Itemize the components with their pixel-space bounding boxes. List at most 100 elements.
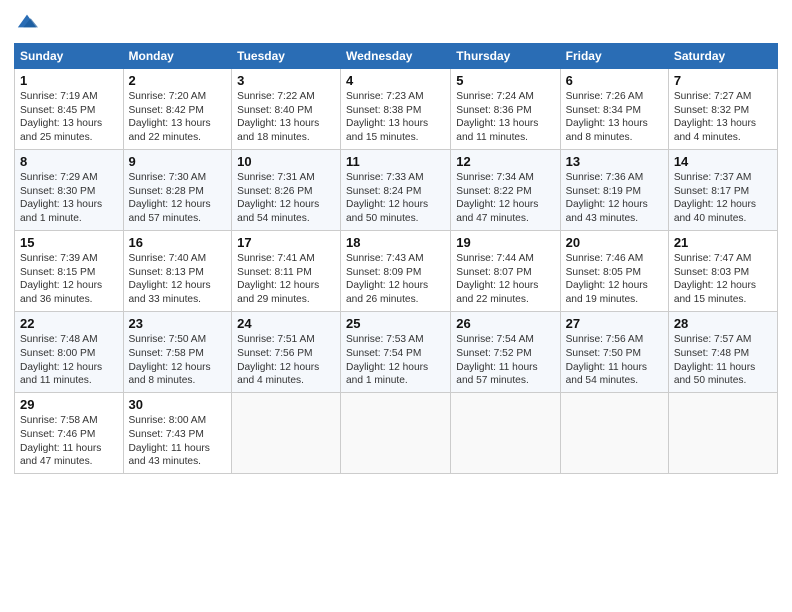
table-row: 17 Sunrise: 7:41 AM Sunset: 8:11 PM Dayli… xyxy=(232,230,341,311)
logo xyxy=(14,10,38,37)
day-number: 8 xyxy=(20,154,118,169)
day-number: 23 xyxy=(129,316,227,331)
day-detail: Sunrise: 7:30 AM Sunset: 8:28 PM Dayligh… xyxy=(129,171,227,226)
day-number: 9 xyxy=(129,154,227,169)
table-row: 25 Sunrise: 7:53 AM Sunset: 7:54 PM Dayli… xyxy=(341,311,451,392)
day-number: 26 xyxy=(456,316,554,331)
table-row: 3 Sunrise: 7:22 AM Sunset: 8:40 PM Daylig… xyxy=(232,68,341,149)
weekday-header-wednesday: Wednesday xyxy=(341,43,451,68)
weekday-header-tuesday: Tuesday xyxy=(232,43,341,68)
table-row: 9 Sunrise: 7:30 AM Sunset: 8:28 PM Daylig… xyxy=(123,149,232,230)
day-detail: Sunrise: 7:24 AM Sunset: 8:36 PM Dayligh… xyxy=(456,90,554,145)
day-detail: Sunrise: 7:53 AM Sunset: 7:54 PM Dayligh… xyxy=(346,333,445,388)
day-detail: Sunrise: 7:34 AM Sunset: 8:22 PM Dayligh… xyxy=(456,171,554,226)
table-row: 12 Sunrise: 7:34 AM Sunset: 8:22 PM Dayli… xyxy=(451,149,560,230)
table-row: 13 Sunrise: 7:36 AM Sunset: 8:19 PM Dayli… xyxy=(560,149,668,230)
day-detail: Sunrise: 7:33 AM Sunset: 8:24 PM Dayligh… xyxy=(346,171,445,226)
day-number: 4 xyxy=(346,73,445,88)
table-row xyxy=(560,393,668,474)
day-detail: Sunrise: 7:56 AM Sunset: 7:50 PM Dayligh… xyxy=(566,333,663,388)
day-number: 10 xyxy=(237,154,335,169)
day-detail: Sunrise: 7:29 AM Sunset: 8:30 PM Dayligh… xyxy=(20,171,118,226)
weekday-header-sunday: Sunday xyxy=(15,43,124,68)
table-row: 10 Sunrise: 7:31 AM Sunset: 8:26 PM Dayli… xyxy=(232,149,341,230)
table-row: 29 Sunrise: 7:58 AM Sunset: 7:46 PM Dayli… xyxy=(15,393,124,474)
day-number: 14 xyxy=(674,154,772,169)
table-row: 22 Sunrise: 7:48 AM Sunset: 8:00 PM Dayli… xyxy=(15,311,124,392)
table-row: 8 Sunrise: 7:29 AM Sunset: 8:30 PM Daylig… xyxy=(15,149,124,230)
table-row: 20Sunrise: 7:46 AM Sunset: 8:05 PM Dayli… xyxy=(560,230,668,311)
day-number: 5 xyxy=(456,73,554,88)
table-row xyxy=(668,393,777,474)
day-detail: Sunrise: 8:00 AM Sunset: 7:43 PM Dayligh… xyxy=(129,414,227,469)
table-row: 5 Sunrise: 7:24 AM Sunset: 8:36 PM Daylig… xyxy=(451,68,560,149)
day-detail: Sunrise: 7:23 AM Sunset: 8:38 PM Dayligh… xyxy=(346,90,445,145)
table-row: 30 Sunrise: 8:00 AM Sunset: 7:43 PM Dayli… xyxy=(123,393,232,474)
day-detail: Sunrise: 7:26 AM Sunset: 8:34 PM Dayligh… xyxy=(566,90,663,145)
weekday-header-saturday: Saturday xyxy=(668,43,777,68)
table-row: 24 Sunrise: 7:51 AM Sunset: 7:56 PM Dayli… xyxy=(232,311,341,392)
day-detail: Sunrise: 7:48 AM Sunset: 8:00 PM Dayligh… xyxy=(20,333,118,388)
day-detail: Sunrise: 7:40 AM Sunset: 8:13 PM Dayligh… xyxy=(129,252,227,307)
day-number: 2 xyxy=(129,73,227,88)
day-detail: Sunrise: 7:50 AM Sunset: 7:58 PM Dayligh… xyxy=(129,333,227,388)
day-number: 29 xyxy=(20,397,118,412)
weekday-header-friday: Friday xyxy=(560,43,668,68)
day-number: 22 xyxy=(20,316,118,331)
table-row: 21 Sunrise: 7:47 AM Sunset: 8:03 PM Dayli… xyxy=(668,230,777,311)
day-number: 25 xyxy=(346,316,445,331)
day-detail: Sunrise: 7:58 AM Sunset: 7:46 PM Dayligh… xyxy=(20,414,118,469)
table-row: 6 Sunrise: 7:26 AM Sunset: 8:34 PM Daylig… xyxy=(560,68,668,149)
table-row: 1 Sunrise: 7:19 AM Sunset: 8:45 PM Daylig… xyxy=(15,68,124,149)
day-number: 27 xyxy=(566,316,663,331)
table-row: 26 Sunrise: 7:54 AM Sunset: 7:52 PM Dayli… xyxy=(451,311,560,392)
day-detail: Sunrise: 7:20 AM Sunset: 8:42 PM Dayligh… xyxy=(129,90,227,145)
table-row: 27 Sunrise: 7:56 AM Sunset: 7:50 PM Dayli… xyxy=(560,311,668,392)
table-row: 11 Sunrise: 7:33 AM Sunset: 8:24 PM Dayli… xyxy=(341,149,451,230)
day-detail: Sunrise: 7:37 AM Sunset: 8:17 PM Dayligh… xyxy=(674,171,772,226)
day-detail: Sunrise: 7:43 AM Sunset: 8:09 PM Dayligh… xyxy=(346,252,445,307)
day-number: 15 xyxy=(20,235,118,250)
day-number: 24 xyxy=(237,316,335,331)
day-number: 16 xyxy=(129,235,227,250)
day-number: 1 xyxy=(20,73,118,88)
day-detail: Sunrise: 7:44 AM Sunset: 8:07 PM Dayligh… xyxy=(456,252,554,307)
day-number: 17 xyxy=(237,235,335,250)
table-row: 4 Sunrise: 7:23 AM Sunset: 8:38 PM Daylig… xyxy=(341,68,451,149)
day-detail: Sunrise: 7:36 AM Sunset: 8:19 PM Dayligh… xyxy=(566,171,663,226)
table-row xyxy=(232,393,341,474)
day-detail: Sunrise: 7:39 AM Sunset: 8:15 PM Dayligh… xyxy=(20,252,118,307)
table-row: 28 Sunrise: 7:57 AM Sunset: 7:48 PM Dayli… xyxy=(668,311,777,392)
day-detail: Sunrise: 7:51 AM Sunset: 7:56 PM Dayligh… xyxy=(237,333,335,388)
weekday-header-monday: Monday xyxy=(123,43,232,68)
table-row: 23 Sunrise: 7:50 AM Sunset: 7:58 PM Dayli… xyxy=(123,311,232,392)
day-number: 19 xyxy=(456,235,554,250)
day-detail: Sunrise: 7:22 AM Sunset: 8:40 PM Dayligh… xyxy=(237,90,335,145)
table-row xyxy=(341,393,451,474)
day-number: 6 xyxy=(566,73,663,88)
day-number: 11 xyxy=(346,154,445,169)
day-number: 13 xyxy=(566,154,663,169)
logo-icon xyxy=(16,10,38,32)
day-number: 21 xyxy=(674,235,772,250)
day-detail: Sunrise: 7:57 AM Sunset: 7:48 PM Dayligh… xyxy=(674,333,772,388)
day-detail: Sunrise: 7:27 AM Sunset: 8:32 PM Dayligh… xyxy=(674,90,772,145)
day-detail: Sunrise: 7:41 AM Sunset: 8:11 PM Dayligh… xyxy=(237,252,335,307)
table-row: 16 Sunrise: 7:40 AM Sunset: 8:13 PM Dayli… xyxy=(123,230,232,311)
day-number: 28 xyxy=(674,316,772,331)
day-number: 3 xyxy=(237,73,335,88)
day-number: 12 xyxy=(456,154,554,169)
day-number: 18 xyxy=(346,235,445,250)
day-number: 7 xyxy=(674,73,772,88)
calendar-table: SundayMondayTuesdayWednesdayThursdayFrid… xyxy=(14,43,778,474)
day-number: 30 xyxy=(129,397,227,412)
table-row: 14 Sunrise: 7:37 AM Sunset: 8:17 PM Dayli… xyxy=(668,149,777,230)
day-detail: Sunrise: 7:31 AM Sunset: 8:26 PM Dayligh… xyxy=(237,171,335,226)
day-detail: Sunrise: 7:54 AM Sunset: 7:52 PM Dayligh… xyxy=(456,333,554,388)
table-row xyxy=(451,393,560,474)
day-number: 20 xyxy=(566,235,663,250)
table-row: 7 Sunrise: 7:27 AM Sunset: 8:32 PM Daylig… xyxy=(668,68,777,149)
day-detail: Sunrise: 7:47 AM Sunset: 8:03 PM Dayligh… xyxy=(674,252,772,307)
day-detail: Sunrise: 7:19 AM Sunset: 8:45 PM Dayligh… xyxy=(20,90,118,145)
weekday-header-thursday: Thursday xyxy=(451,43,560,68)
